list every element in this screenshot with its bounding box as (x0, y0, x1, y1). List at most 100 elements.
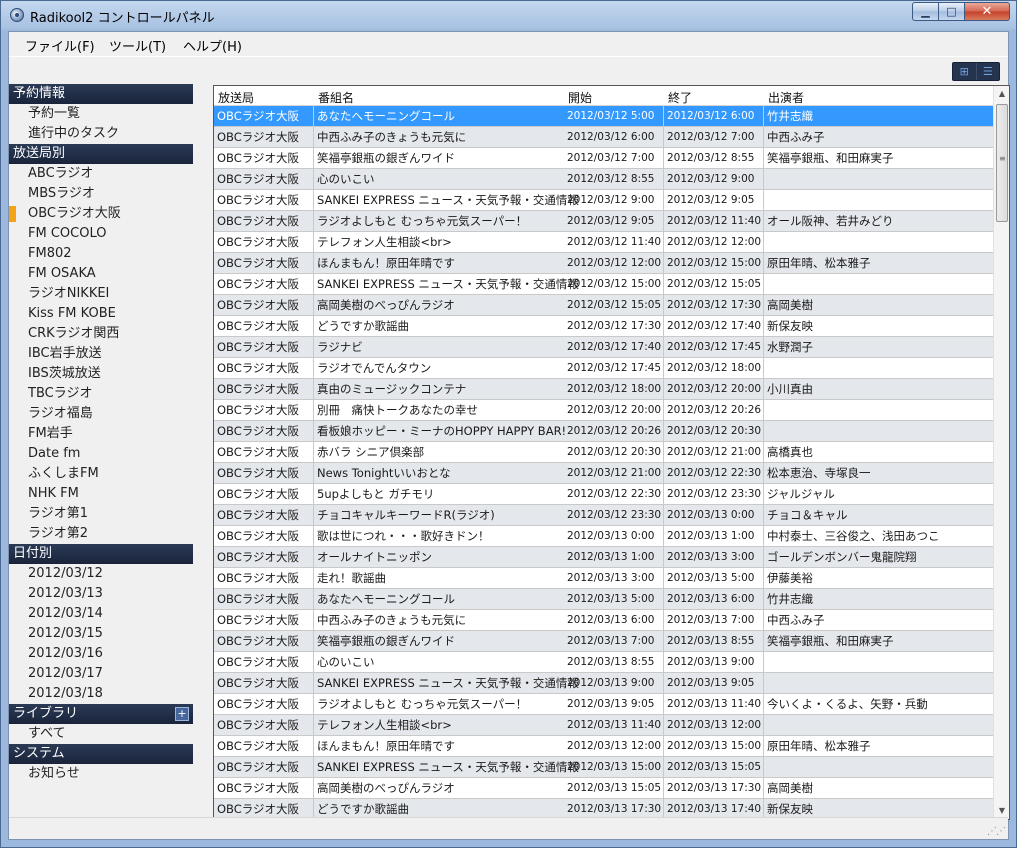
add-library-icon[interactable]: + (175, 707, 189, 721)
table-cell-performer: チョコ＆キャル (767, 508, 848, 522)
sidebar-item[interactable]: IBC岩手放送 (9, 344, 193, 364)
table-row[interactable]: OBCラジオ大阪 歌は世につれ・・・歌好きドン！ 2012/03/13 0:00 20… (214, 526, 994, 547)
sidebar-item[interactable]: ラジオ第1 (9, 504, 193, 524)
sidebar-item[interactable]: ABCラジオ (9, 164, 193, 184)
sidebar-item[interactable]: TBCラジオ (9, 384, 193, 404)
sidebar-item[interactable]: 2012/03/17 (9, 664, 193, 684)
sidebar-item[interactable]: 進行中のタスク (9, 124, 193, 144)
table-row[interactable]: OBCラジオ大阪 赤バラ シニア倶楽部 2012/03/12 20:30 2012/0… (214, 442, 994, 463)
table-row[interactable]: OBCラジオ大阪 中西ふみ子のきょうも元気に 2012/03/13 6:00 2012… (214, 610, 994, 631)
table-row[interactable]: OBCラジオ大阪 SANKEI EXPRESS ニュース・天気予報・交通情報 201… (214, 274, 994, 295)
table-cell-station: OBCラジオ大阪 (214, 610, 314, 630)
sidebar-section-header[interactable]: 日付別 (9, 544, 193, 564)
grid-view-icon[interactable]: ⊞ (953, 63, 977, 80)
sidebar-item[interactable]: IBS茨城放送 (9, 364, 193, 384)
table-row[interactable]: OBCラジオ大阪 走れ！歌謡曲 2012/03/13 3:00 2012/03/13 … (214, 568, 994, 589)
column-header-start[interactable]: 開始 (568, 89, 592, 106)
column-header-performer[interactable]: 出演者 (768, 89, 804, 106)
table-row[interactable]: OBCラジオ大阪 News Tonightいいおとな 2012/03/12 21:0… (214, 463, 994, 484)
table-row[interactable]: OBCラジオ大阪 ラジナビ 2012/03/12 17:40 2012/03/12 1… (214, 337, 994, 358)
table-row[interactable]: OBCラジオ大阪 ほんまもん！原田年晴です 2012/03/12 12:00 2012… (214, 253, 994, 274)
minimize-button[interactable]: ▁ (912, 2, 939, 21)
table-row[interactable]: OBCラジオ大阪 笑福亭銀瓶の銀ぎんワイド 2012/03/12 7:00 2012/… (214, 148, 994, 169)
table-row[interactable]: OBCラジオ大阪 テレフォン人生相談<br> 2012/03/13 11:40 201… (214, 715, 994, 736)
table-row[interactable]: OBCラジオ大阪 ほんまもん！原田年晴です 2012/03/13 12:00 2012… (214, 736, 994, 757)
sidebar-item[interactable]: すべて (9, 724, 193, 744)
table-cell-end: 2012/03/13 1:00 (664, 526, 764, 546)
sidebar-item[interactable]: FM OSAKA (9, 264, 193, 284)
sidebar-item[interactable]: 2012/03/18 (9, 684, 193, 704)
table-row[interactable]: OBCラジオ大阪 あなたへモーニングコール 2012/03/12 5:00 2012/… (214, 106, 994, 127)
sidebar-item[interactable]: NHK FM (9, 484, 193, 504)
sidebar-item[interactable]: Kiss FM KOBE (9, 304, 193, 324)
sidebar-item[interactable]: ラジオ第2 (9, 524, 193, 544)
column-header-end[interactable]: 終了 (668, 89, 692, 106)
table-row[interactable]: OBCラジオ大阪 SANKEI EXPRESS ニュース・天気予報・交通情報 201… (214, 757, 994, 778)
scroll-thumb[interactable]: ≡ (996, 104, 1008, 222)
sidebar-item[interactable]: ラジオNIKKEI (9, 284, 193, 304)
table-row[interactable]: OBCラジオ大阪 別冊 痛快トークあなたの幸せ 2012/03/12 20:00 20… (214, 400, 994, 421)
title-bar[interactable]: Radikool2 コントロールパネル ▁ □ ✕ (1, 1, 1016, 31)
table-row[interactable]: OBCラジオ大阪 どうですか歌謡曲 2012/03/12 17:30 2012/03/… (214, 316, 994, 337)
sidebar-item[interactable]: 2012/03/12 (9, 564, 193, 584)
sidebar-item[interactable]: 予約一覧 (9, 104, 193, 124)
table-row[interactable]: OBCラジオ大阪 SANKEI EXPRESS ニュース・天気予報・交通情報 201… (214, 673, 994, 694)
table-row[interactable]: OBCラジオ大阪 テレフォン人生相談<br> 2012/03/12 11:40 201… (214, 232, 994, 253)
sidebar-item[interactable]: OBCラジオ大阪 (9, 204, 193, 224)
close-button[interactable]: ✕ (965, 2, 1010, 21)
table-row[interactable]: OBCラジオ大阪 ラジオよしもと むっちゃ元気スーパー！ 2012/03/12 9:… (214, 211, 994, 232)
sidebar-item[interactable]: FM COCOLO (9, 224, 193, 244)
table-row[interactable]: OBCラジオ大阪 中西ふみ子のきょうも元気に 2012/03/12 6:00 2012… (214, 127, 994, 148)
table-row[interactable]: OBCラジオ大阪 5upよしもと ガチモリ 2012/03/12 22:30 2012… (214, 484, 994, 505)
table-cell-performer: 中西ふみ子 (767, 130, 825, 144)
sidebar-item[interactable]: 2012/03/15 (9, 624, 193, 644)
menu-file[interactable]: ファイル(F) (23, 36, 97, 55)
table-row[interactable]: OBCラジオ大阪 高岡美樹のべっぴんラジオ 2012/03/13 15:05 2012… (214, 778, 994, 799)
table-row[interactable]: OBCラジオ大阪 ラジオよしもと むっちゃ元気スーパー！ 2012/03/13 9:… (214, 694, 994, 715)
table-row[interactable]: OBCラジオ大阪 チョコキャルキーワードR(ラジオ) 2012/03/12 23:3… (214, 505, 994, 526)
menu-help[interactable]: ヘルプ(H) (181, 36, 244, 55)
table-cell-end: 2012/03/13 7:00 (664, 610, 764, 630)
sidebar-item[interactable]: MBSラジオ (9, 184, 193, 204)
table-cell-end: 2012/03/13 9:05 (664, 673, 764, 693)
table-row[interactable]: OBCラジオ大阪 真由のミュージックコンテナ 2012/03/12 18:00 201… (214, 379, 994, 400)
sidebar-item[interactable]: お知らせ (9, 764, 193, 784)
table-cell-performer (764, 715, 994, 735)
table-row[interactable]: OBCラジオ大阪 心のいこい 2012/03/13 8:55 2012/03/13 9… (214, 652, 994, 673)
sidebar-item[interactable]: 2012/03/14 (9, 604, 193, 624)
table-cell-performer (764, 652, 994, 672)
sidebar-section-header[interactable]: 予約情報 (9, 84, 193, 104)
column-header-program[interactable]: 番組名 (318, 89, 354, 106)
sidebar-item[interactable]: FM802 (9, 244, 193, 264)
sidebar-section-header[interactable]: システム (9, 744, 193, 764)
table-row[interactable]: OBCラジオ大阪 笑福亭銀瓶の銀ぎんワイド 2012/03/13 7:00 2012/… (214, 631, 994, 652)
vertical-scrollbar[interactable]: ▲ ≡ ▼ (993, 86, 1009, 819)
table-cell-start: 2012/03/12 12:00 (564, 253, 664, 273)
sidebar-item[interactable]: CRKラジオ関西 (9, 324, 193, 344)
menu-tools[interactable]: ツール(T) (107, 36, 168, 55)
sidebar-section-header[interactable]: 放送局別 (9, 144, 193, 164)
table-row[interactable]: OBCラジオ大阪 看板娘ホッピー・ミーナのHOPPY HAPPY BAR! 2012… (214, 421, 994, 442)
sidebar-item[interactable]: ふくしまFM (9, 464, 193, 484)
sidebar-item[interactable]: ラジオ福島 (9, 404, 193, 424)
table-row[interactable]: OBCラジオ大阪 ラジオでんでんタウン 2012/03/12 17:45 2012/0… (214, 358, 994, 379)
sidebar-item[interactable]: Date fm (9, 444, 193, 464)
maximize-button[interactable]: □ (939, 2, 965, 21)
table-cell-performer (764, 358, 994, 378)
table-row[interactable]: OBCラジオ大阪 オールナイトニッポン 2012/03/13 1:00 2012/03… (214, 547, 994, 568)
table-row[interactable]: OBCラジオ大阪 心のいこい 2012/03/12 8:55 2012/03/12 9… (214, 169, 994, 190)
table-cell-performer: 松本恵治、寺塚良一 (767, 466, 871, 480)
sidebar-section-header[interactable]: ライブラリ (9, 704, 193, 724)
table-cell-start: 2012/03/12 20:26 (564, 421, 664, 441)
sidebar-item[interactable]: FM岩手 (9, 424, 193, 444)
scroll-up-icon[interactable]: ▲ (994, 86, 1010, 102)
column-header-station[interactable]: 放送局 (218, 89, 254, 106)
sidebar-item[interactable]: 2012/03/13 (9, 584, 193, 604)
list-view-icon[interactable]: ☰ (977, 63, 1000, 80)
table-row[interactable]: OBCラジオ大阪 あなたへモーニングコール 2012/03/13 5:00 2012/… (214, 589, 994, 610)
table-cell-end: 2012/03/13 17:30 (664, 778, 764, 798)
resize-grip-icon[interactable]: ⋰⋰ (987, 826, 1006, 837)
table-row[interactable]: OBCラジオ大阪 高岡美樹のべっぴんラジオ 2012/03/12 15:05 2012… (214, 295, 994, 316)
sidebar-item[interactable]: 2012/03/16 (9, 644, 193, 664)
table-row[interactable]: OBCラジオ大阪 SANKEI EXPRESS ニュース・天気予報・交通情報 201… (214, 190, 994, 211)
